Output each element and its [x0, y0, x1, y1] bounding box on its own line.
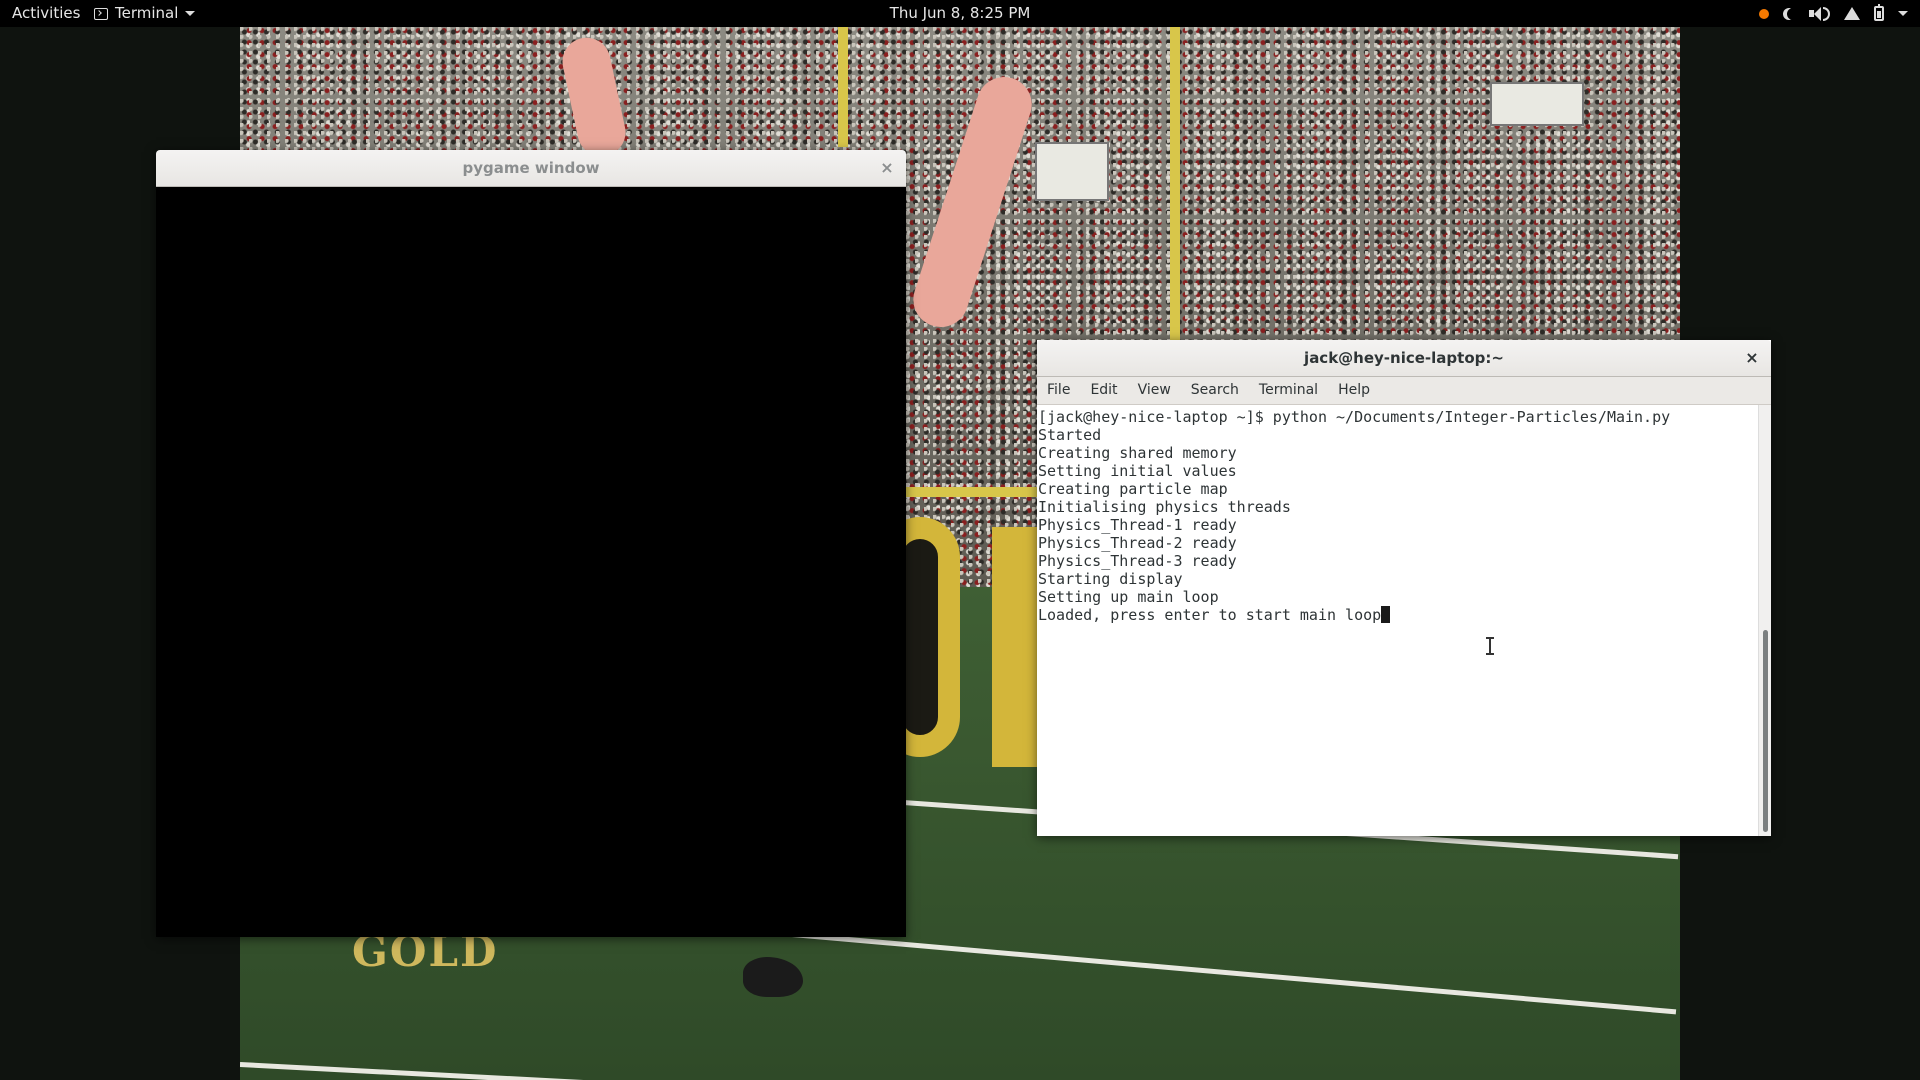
terminal-menubar: File Edit View Search Terminal Help: [1037, 377, 1771, 405]
battery-icon[interactable]: [1874, 4, 1884, 21]
clock[interactable]: Thu Jun 8, 8:25 PM: [0, 0, 1920, 27]
window-title: jack@hey-nice-laptop:~: [1304, 349, 1504, 367]
camera-stand: [1035, 142, 1109, 201]
terminal-line: Physics_Thread-2 ready: [1038, 534, 1237, 552]
terminal-icon: [94, 7, 108, 20]
terminal-line: Started: [1038, 426, 1102, 444]
close-icon[interactable]: ×: [878, 159, 896, 177]
terminal-line: [jack@hey-nice-laptop ~]$ python ~/Docum…: [1038, 408, 1671, 426]
terminal-line: Physics_Thread-1 ready: [1038, 516, 1237, 534]
terminal-line: Loaded, press enter to start main loop: [1038, 606, 1382, 624]
terminal-scrollbar[interactable]: [1758, 405, 1771, 836]
terminal-output[interactable]: [jack@hey-nice-laptop ~]$ python ~/Docum…: [1037, 405, 1759, 627]
app-menu[interactable]: Terminal: [94, 0, 196, 27]
menu-help[interactable]: Help: [1328, 377, 1380, 404]
close-icon[interactable]: ×: [1743, 349, 1761, 367]
ibeam-cursor-icon: [1486, 637, 1494, 655]
wifi-icon[interactable]: [1844, 7, 1860, 21]
terminal-line: Starting display: [1038, 570, 1183, 588]
pygame-window[interactable]: pygame window ×: [156, 150, 906, 937]
terminal-titlebar[interactable]: jack@hey-nice-laptop:~ ×: [1037, 340, 1771, 377]
terminal-line: Setting up main loop: [1038, 588, 1219, 606]
volume-icon[interactable]: [1809, 6, 1830, 21]
night-light-icon[interactable]: [1787, 8, 1799, 20]
pygame-titlebar[interactable]: pygame window ×: [156, 150, 906, 187]
top-bar: Thu Jun 8, 8:25 PM Activities Terminal: [0, 0, 1920, 27]
goal-post-left: [838, 27, 848, 147]
menu-view[interactable]: View: [1128, 377, 1181, 404]
terminal-window[interactable]: jack@hey-nice-laptop:~ × File Edit View …: [1037, 340, 1771, 836]
activities-button[interactable]: Activities: [12, 0, 80, 27]
terminal-line: Physics_Thread-3 ready: [1038, 552, 1237, 570]
terminal-line: Setting initial values: [1038, 462, 1237, 480]
menu-edit[interactable]: Edit: [1080, 377, 1127, 404]
app-menu-label: Terminal: [115, 4, 179, 22]
text-cursor: [1381, 606, 1391, 623]
terminal-line: Creating particle map: [1038, 480, 1228, 498]
menu-search[interactable]: Search: [1181, 377, 1249, 404]
window-title: pygame window: [462, 159, 600, 177]
terminal-line: Initialising physics threads: [1038, 498, 1291, 516]
terminal-output-area[interactable]: [jack@hey-nice-laptop ~]$ python ~/Docum…: [1037, 405, 1759, 836]
press-box: [1490, 82, 1584, 126]
notification-dot-icon[interactable]: [1759, 8, 1769, 19]
pygame-canvas[interactable]: [156, 187, 906, 937]
terminal-line: Creating shared memory: [1038, 444, 1237, 462]
system-tray[interactable]: [1759, 0, 1908, 27]
system-menu-chevron-icon[interactable]: [1898, 11, 1908, 16]
menu-file[interactable]: File: [1037, 377, 1080, 404]
scrollbar-thumb[interactable]: [1763, 630, 1768, 832]
menu-terminal[interactable]: Terminal: [1249, 377, 1328, 404]
chevron-down-icon: [185, 11, 196, 16]
